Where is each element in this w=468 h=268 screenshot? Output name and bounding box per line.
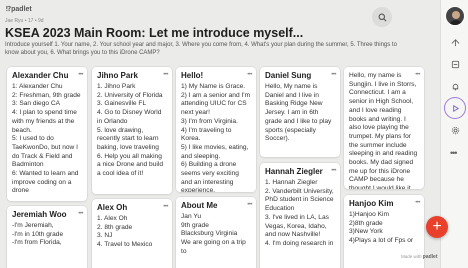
post-body: Hello, my name is Sungjin. I live in Sto…: [349, 72, 418, 189]
post-body: Hello, My name is Daniel and I live in B…: [265, 83, 332, 143]
post-title: Jeremiah Woo: [12, 210, 67, 219]
notifications-button[interactable]: [445, 76, 465, 96]
post-title: Jihno Park: [97, 71, 138, 80]
post-body: 1) My Name is Grace. 2) I am a senior an…: [181, 83, 251, 192]
add-post-button[interactable]: +: [426, 216, 448, 238]
slideshow-icon: [452, 104, 459, 112]
post-card[interactable]: ••• Jihno Park 1. Jihno Park 2. Universi…: [92, 67, 172, 194]
post-title: Alex Oh: [97, 203, 128, 212]
more-options-icon[interactable]: •••: [450, 148, 458, 158]
post-body: 1: Alexander Chu 2: Freshman, 9th grade …: [12, 83, 81, 195]
post-title: About Me: [181, 201, 218, 210]
post-card[interactable]: ••• Daniel Sung Hello, My name is Daniel…: [260, 67, 340, 157]
more-icon[interactable]: •••: [247, 202, 252, 208]
post-card[interactable]: ••• Hello, my name is Sungjin. I live in…: [344, 67, 424, 189]
remake-icon: [451, 60, 459, 68]
post-title: Hanjoo Kim: [349, 199, 394, 208]
padlet-board: ⁉padlet Jae Ryu • 17 • 9d KSEA 2023 Main…: [0, 0, 440, 268]
more-icon[interactable]: •••: [78, 72, 83, 78]
avatar[interactable]: [445, 6, 465, 26]
post-body: 1. Alex Oh 2. 8th grade 3. NJ 4. Travel …: [97, 215, 153, 249]
post-card[interactable]: ••• Alexander Chu 1: Alexander Chu 2: Fr…: [7, 67, 87, 201]
post-body: 1. Jihno Park 2. University of Florida 3…: [97, 83, 163, 178]
more-icon[interactable]: •••: [247, 72, 252, 78]
padlet-logo[interactable]: ⁉padlet: [6, 5, 32, 13]
share-icon: [451, 38, 459, 46]
remake-button[interactable]: [445, 54, 465, 74]
more-icon[interactable]: •••: [415, 72, 420, 78]
post-card[interactable]: ••• Alex Oh 1. Alex Oh 2. 8th grade 3. N…: [92, 199, 172, 268]
settings-button[interactable]: [445, 120, 465, 140]
search-icon: [378, 13, 386, 21]
post-card[interactable]: ••• Hannah Ziegler 1. Hannah Ziegler 2. …: [260, 163, 340, 268]
board-description: Introduce yourself 1. Your name, 2. Your…: [5, 42, 397, 56]
share-button[interactable]: [445, 32, 465, 52]
more-icon[interactable]: •••: [331, 72, 336, 78]
more-icon[interactable]: •••: [163, 204, 168, 210]
post-card[interactable]: ••• Jeremiah Woo -I'm Jeremiah, -I'm in …: [7, 206, 87, 268]
post-body: -I'm Jeremiah, -I'm in 10th grade -I'm f…: [12, 222, 64, 247]
more-icon[interactable]: •••: [415, 200, 420, 206]
post-title: Hello!: [181, 71, 204, 80]
post-title: Daniel Sung: [265, 71, 312, 80]
bell-icon: [452, 83, 458, 90]
post-body: 1)Hanjoo Kim 2)8th grade 3)New York 4)Pl…: [349, 211, 414, 245]
slideshow-button[interactable]: [445, 98, 465, 118]
board-byline: Jae Ryu • 17 • 9d: [5, 18, 44, 24]
made-with-padlet[interactable]: Made with padlet: [401, 254, 438, 260]
post-title: Hannah Ziegler: [265, 167, 323, 176]
settings-icon: [451, 126, 459, 134]
more-icon[interactable]: •••: [78, 211, 83, 217]
post-body: Jan Yu 9th grade Blacksburg Virginia We …: [181, 213, 246, 255]
post-body: 1. Hannah Ziegler 2. Vanderbilt Universi…: [265, 179, 334, 247]
post-card[interactable]: ••• About Me Jan Yu 9th grade Blacksburg…: [176, 197, 256, 268]
board-title: KSEA 2023 Main Room: Let me introduce my…: [5, 26, 304, 40]
post-title: Alexander Chu: [12, 71, 69, 80]
more-icon[interactable]: •••: [163, 72, 168, 78]
search-button[interactable]: [372, 7, 392, 27]
more-icon[interactable]: •••: [331, 168, 336, 174]
post-card[interactable]: ••• Hello! 1) My Name is Grace. 2) I am …: [176, 67, 256, 192]
